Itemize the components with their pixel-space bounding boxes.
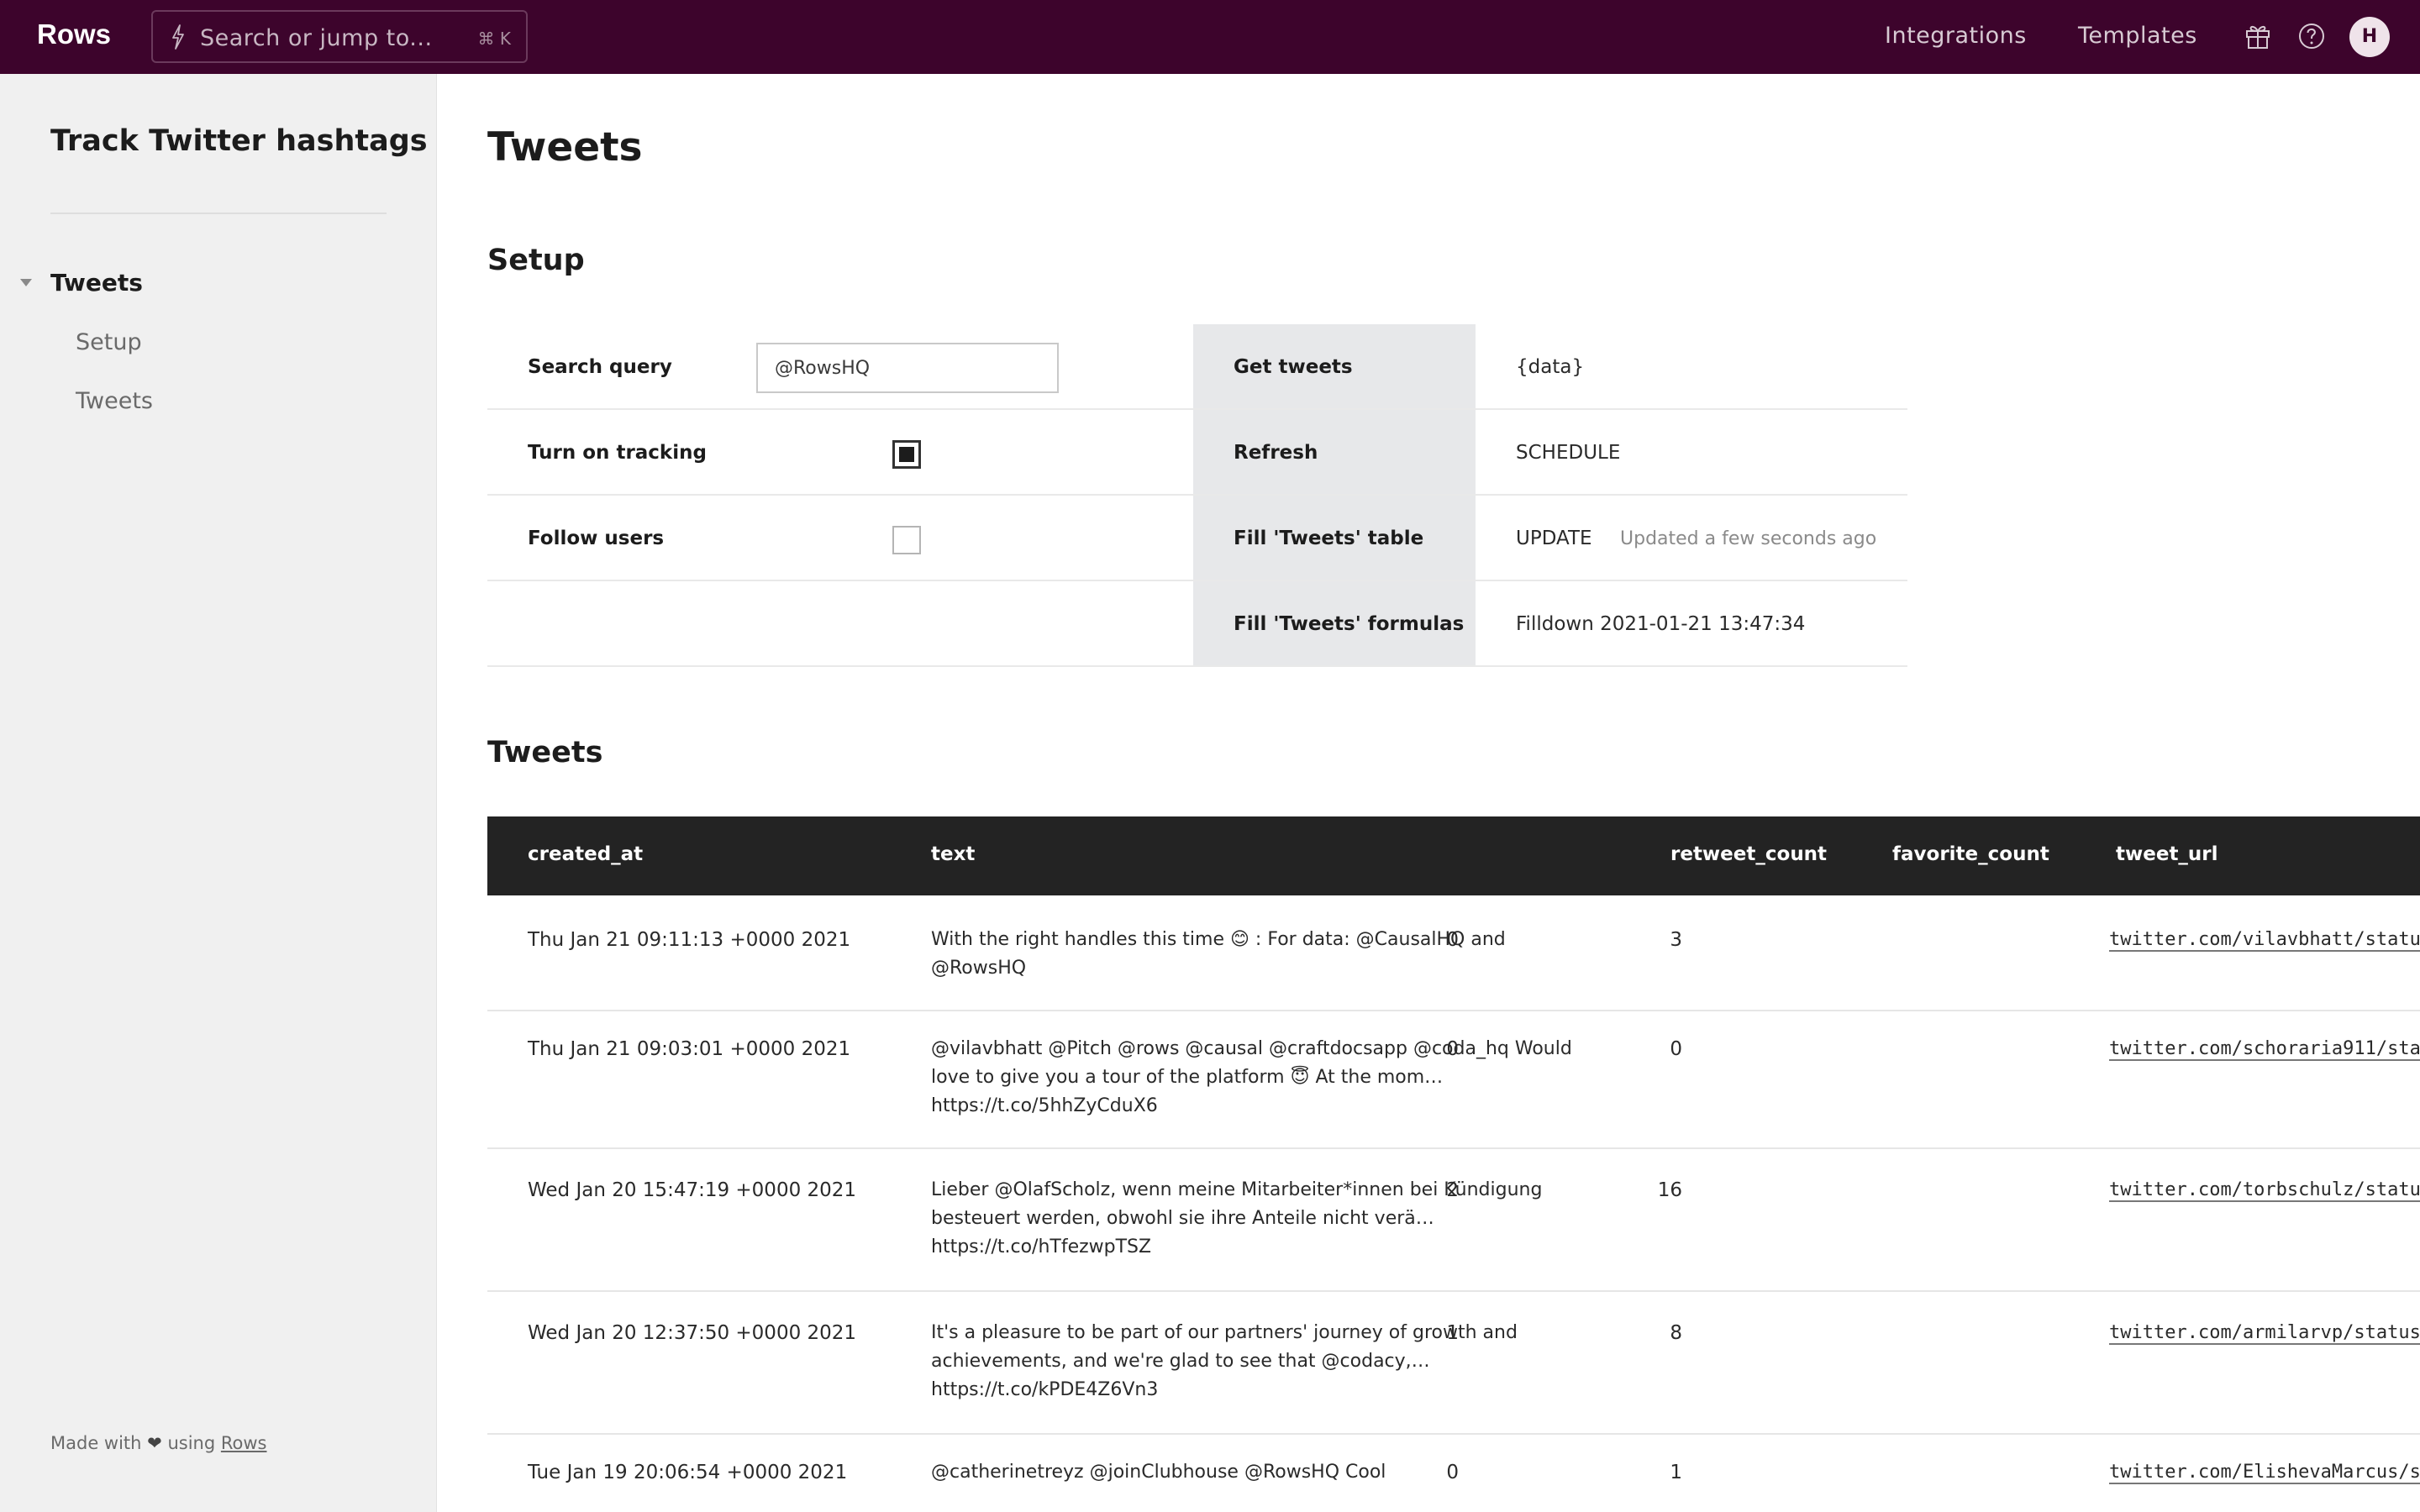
get-tweets-label: Get tweets [1234, 356, 1353, 378]
cell-tweet-url[interactable]: twitter.com/armilarvp/status/13 [2109, 1322, 2420, 1345]
cell-tweet-url[interactable]: twitter.com/ElishevaMarcus/stat [2109, 1462, 2420, 1484]
cell-text: With the right handles this time 😊 : For… [931, 929, 1506, 979]
follow-users-checkbox[interactable] [892, 526, 921, 554]
sidebar-item-tweets[interactable]: Tweets [76, 388, 153, 414]
get-tweets-value[interactable]: {data} [1516, 356, 1584, 378]
cell-text: @vilavbhatt @Pitch @rows @causal @craftd… [931, 1038, 1572, 1116]
made-with-footer: Made with ❤ using Rows [50, 1433, 267, 1453]
cell-created-at: Thu Jan 21 09:11:13 +0000 2021 [528, 929, 851, 951]
sidebar-item-setup[interactable]: Setup [76, 329, 142, 355]
sidebar: Track Twitter hashtags Tweets Setup Twee… [0, 74, 437, 1512]
bolt-icon [172, 24, 184, 50]
setup-row [487, 324, 1907, 410]
cell-retweet-count: 0 [1446, 1462, 1459, 1483]
document-title: Track Twitter hashtags [50, 124, 428, 158]
column-header-created-at[interactable]: created_at [528, 843, 643, 865]
sidebar-section-tweets[interactable]: Tweets [50, 269, 143, 297]
table-row[interactable]: Wed Jan 20 15:47:19 +0000 2021 Lieber @O… [487, 1149, 2420, 1292]
cell-favorite-count: 8 [1670, 1322, 1682, 1344]
cell-favorite-count: 16 [1657, 1179, 1682, 1201]
cell-text: @catherinetreyz @joinClubhouse @RowsHQ C… [931, 1462, 1386, 1483]
follow-users-label: Follow users [528, 528, 665, 549]
cell-favorite-count: 3 [1670, 929, 1682, 951]
cell-created-at: Wed Jan 20 12:37:50 +0000 2021 [528, 1322, 857, 1344]
schedule-button[interactable]: SCHEDULE [1516, 442, 1620, 464]
column-header-retweet-count[interactable]: retweet_count [1670, 843, 1827, 865]
cell-favorite-count: 1 [1670, 1462, 1682, 1483]
tweets-heading: Tweets [487, 736, 603, 769]
search-query-label: Search query [528, 356, 672, 378]
cell-tweet-url[interactable]: twitter.com/schoraria911/statu [2109, 1038, 2420, 1061]
update-button[interactable]: UPDATE [1516, 528, 1592, 549]
table-row[interactable]: Tue Jan 19 20:06:54 +0000 2021 @catherin… [487, 1435, 2420, 1512]
page-title: Tweets [487, 124, 643, 171]
rows-footer-link[interactable]: Rows [221, 1433, 267, 1453]
cell-created-at: Thu Jan 21 09:03:01 +0000 2021 [528, 1038, 851, 1060]
footer-using: using [167, 1433, 216, 1453]
refresh-label: Refresh [1234, 442, 1318, 464]
fill-formulas-label: Fill 'Tweets' formulas [1234, 613, 1465, 635]
gift-icon[interactable] [2244, 22, 2272, 50]
templates-link[interactable]: Templates [2078, 23, 2197, 49]
column-header-text[interactable]: text [931, 843, 975, 865]
column-header-tweet-url[interactable]: tweet_url [2116, 843, 2218, 865]
cell-retweet-count: 2 [1446, 1179, 1459, 1201]
search-query-value: @RowsHQ [775, 358, 871, 379]
filldown-value[interactable]: Filldown 2021-01-21 13:47:34 [1516, 613, 1805, 635]
tracking-label: Turn on tracking [528, 442, 707, 464]
cell-retweet-count: 0 [1446, 1038, 1459, 1060]
cell-retweet-count: 1 [1446, 1322, 1459, 1344]
table-header: created_at text retweet_count favorite_c… [487, 816, 2420, 895]
caret-down-icon[interactable] [20, 279, 32, 286]
help-icon[interactable] [2297, 22, 2326, 50]
search-query-input[interactable]: @RowsHQ [756, 343, 1059, 393]
rows-logo[interactable]: Rows [37, 18, 111, 50]
user-avatar[interactable]: H [2349, 17, 2390, 57]
tracking-checkbox[interactable] [892, 440, 921, 469]
cell-text: It's a pleasure to be part of our partne… [931, 1322, 1518, 1400]
search-shortcut: ⌘ K [477, 29, 511, 49]
table-row[interactable]: Thu Jan 21 09:11:13 +0000 2021 With the … [487, 895, 2420, 1011]
table-row[interactable]: Thu Jan 21 09:03:01 +0000 2021 @vilavbha… [487, 1011, 2420, 1149]
integrations-link[interactable]: Integrations [1885, 23, 2027, 49]
column-header-favorite-count[interactable]: favorite_count [1892, 843, 2049, 865]
heart-icon: ❤ [147, 1433, 162, 1453]
fill-table-label: Fill 'Tweets' table [1234, 528, 1424, 549]
cell-created-at: Tue Jan 19 20:06:54 +0000 2021 [528, 1462, 848, 1483]
sidebar-divider [50, 213, 387, 214]
cell-favorite-count: 0 [1670, 1038, 1682, 1060]
updated-status: Updated a few seconds ago [1620, 528, 1877, 549]
search-box[interactable]: Search or jump to... ⌘ K [151, 10, 528, 63]
cell-tweet-url[interactable]: twitter.com/torbschulz/status/1 [2109, 1179, 2420, 1202]
footer-prefix: Made with [50, 1433, 142, 1453]
search-placeholder: Search or jump to... [200, 25, 433, 51]
setup-heading: Setup [487, 244, 585, 277]
table-row[interactable]: Wed Jan 20 12:37:50 +0000 2021 It's a pl… [487, 1292, 2420, 1435]
top-bar: Rows Search or jump to... ⌘ K Integratio… [0, 0, 2420, 74]
cell-tweet-url[interactable]: twitter.com/vilavbhatt/status/1 [2109, 929, 2420, 952]
cell-text: Lieber @OlafScholz, wenn meine Mitarbeit… [931, 1179, 1543, 1257]
cell-created-at: Wed Jan 20 15:47:19 +0000 2021 [528, 1179, 857, 1201]
cell-retweet-count: 0 [1446, 929, 1459, 951]
